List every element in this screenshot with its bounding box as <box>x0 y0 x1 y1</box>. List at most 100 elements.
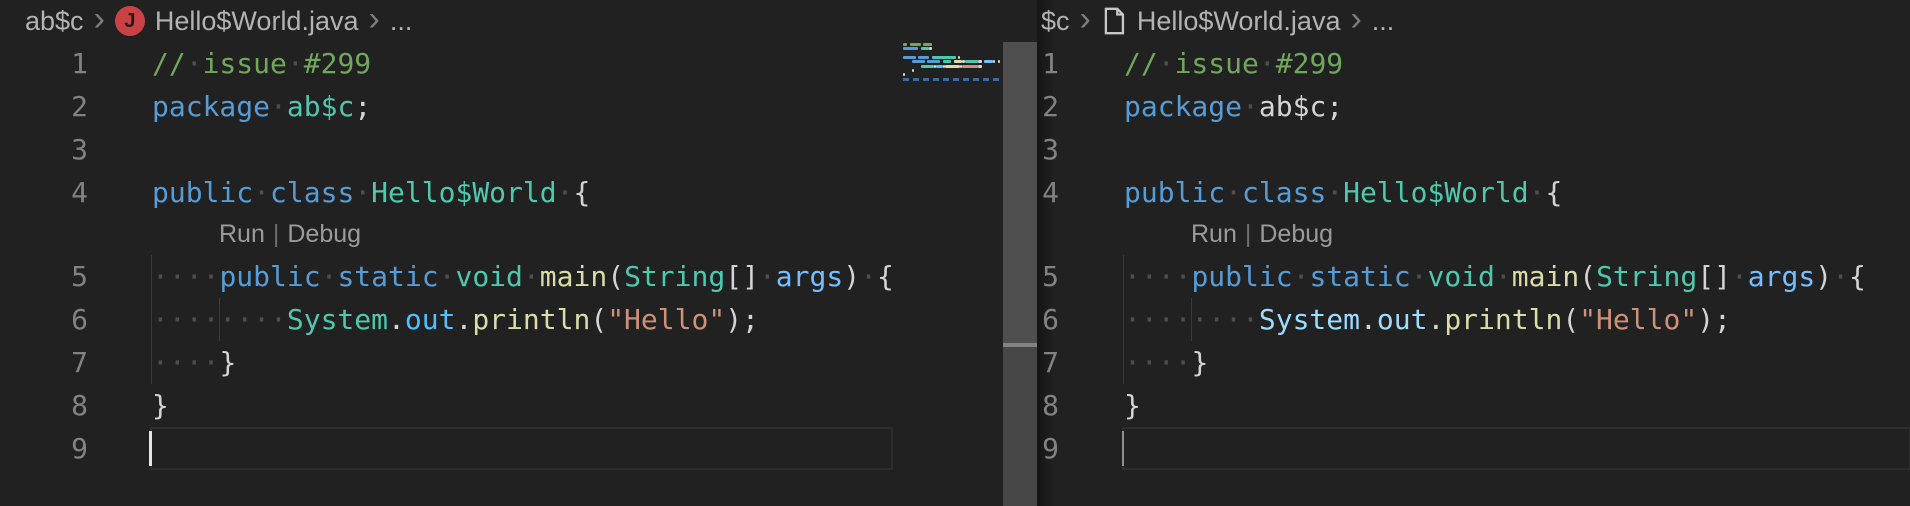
line-number[interactable]: 7 <box>1038 341 1122 384</box>
whitespace-dots: ···· <box>152 260 219 293</box>
code-line-content[interactable]: ········System.out.println("Hello"); <box>150 298 893 341</box>
code-token: } <box>219 346 236 379</box>
plain-file-icon <box>1101 6 1127 36</box>
line-number[interactable]: 3 <box>0 128 150 171</box>
breadcrumb-item-more[interactable]: ... <box>390 6 413 37</box>
code-token: issue <box>1175 47 1259 80</box>
line-number[interactable]: 6 <box>1038 298 1122 341</box>
code-line: 5····public·static·void·main(String[]·ar… <box>1038 255 1910 298</box>
code-token: ( <box>590 303 607 336</box>
minimap-token <box>965 60 978 63</box>
whitespace-dots: ···· <box>152 346 219 379</box>
line-number[interactable]: 6 <box>0 298 150 341</box>
indent-guide <box>219 298 220 341</box>
line-number[interactable]: 3 <box>1038 128 1122 171</box>
code-line-content[interactable]: //·issue·#299 <box>150 42 893 85</box>
line-number[interactable]: 7 <box>0 341 150 384</box>
code-line-content[interactable]: package·ab$c; <box>150 85 893 128</box>
minimap[interactable] <box>893 42 1003 506</box>
code-token: [] <box>1697 260 1731 293</box>
code-line-content[interactable]: ····} <box>1122 341 1910 384</box>
code-line: 8} <box>1038 384 1910 427</box>
breadcrumb-item-folder[interactable]: $c <box>1041 6 1070 37</box>
code-line-content[interactable]: package·ab$c; <box>1122 85 1910 128</box>
code-line: 1//·issue·#299 <box>0 42 1037 85</box>
code-line: 1//·issue·#299 <box>1038 42 1910 85</box>
minimap-token <box>932 56 956 59</box>
code-token: } <box>1191 346 1208 379</box>
line-number[interactable]: 4 <box>0 171 150 214</box>
line-number[interactable]: 2 <box>0 85 150 128</box>
line-number[interactable]: 1 <box>1038 42 1122 85</box>
minimap-token <box>912 60 925 63</box>
minimap-token <box>984 60 993 63</box>
minimap-token <box>929 47 931 50</box>
breadcrumb-item-more[interactable]: ... <box>1372 6 1395 37</box>
code-line-content[interactable]: ········System.out.println("Hello"); <box>1122 298 1910 341</box>
code-line-content[interactable]: public·class·Hello$World·{ <box>1122 171 1910 214</box>
vscode-split-editor: ab$c › J Hello$World.java › ... 1//·issu… <box>0 0 1910 506</box>
indent-guide <box>151 255 152 384</box>
whitespace-dots: · <box>759 260 776 293</box>
code-line-content[interactable] <box>150 427 893 470</box>
code-token: . <box>388 303 405 336</box>
whitespace-dots: · <box>1529 176 1546 209</box>
breadcrumb-item-filename[interactable]: Hello$World.java <box>1101 6 1341 37</box>
code-line-content[interactable]: ····public·static·void·main(String[]·arg… <box>1122 255 1910 298</box>
codelens-debug-link[interactable]: Debug <box>1259 220 1333 248</box>
code-line-content[interactable]: } <box>1122 384 1910 427</box>
breadcrumb-item-filename[interactable]: J Hello$World.java <box>115 6 359 37</box>
code-line-content[interactable]: } <box>150 384 893 427</box>
code-line: 8} <box>0 384 1037 427</box>
vertical-scrollbar[interactable] <box>1003 42 1037 506</box>
code-line: 6········System.out.println("Hello"); <box>1038 298 1910 341</box>
code-token: ; <box>354 90 371 123</box>
code-line: 3 <box>0 128 1037 171</box>
line-number[interactable]: 5 <box>1038 255 1122 298</box>
codelens-run-link[interactable]: Run <box>219 220 265 248</box>
scrollbar-track[interactable] <box>1003 347 1037 506</box>
whitespace-dots: · <box>321 260 338 293</box>
line-number[interactable]: 8 <box>1038 384 1122 427</box>
code-line-content[interactable]: public·class·Hello$World·{ <box>150 171 893 214</box>
code-token: ); <box>1697 303 1731 336</box>
minimap-token <box>903 56 916 59</box>
breadcrumb-item-folder[interactable]: ab$c <box>25 6 84 37</box>
code-token: } <box>1124 389 1141 422</box>
gutter-spacer <box>0 214 150 255</box>
code-token: System <box>1259 303 1360 336</box>
code-line-content[interactable] <box>150 128 893 171</box>
code-token: String <box>1596 260 1697 293</box>
code-line: 9 <box>0 427 1037 470</box>
code-line-content[interactable] <box>1122 427 1910 470</box>
code-token: Hello$World <box>371 176 556 209</box>
whitespace-dots: · <box>1242 90 1259 123</box>
code-token: public <box>219 260 320 293</box>
line-number[interactable]: 5 <box>0 255 150 298</box>
scrollbar-slider[interactable] <box>1003 42 1037 343</box>
codelens-debug-link[interactable]: Debug <box>287 220 361 248</box>
whitespace-dots: · <box>354 176 371 209</box>
line-number[interactable]: 1 <box>0 42 150 85</box>
code-line-content[interactable]: ····} <box>150 341 893 384</box>
minimap-current-line-marker <box>903 78 1000 81</box>
line-number[interactable]: 9 <box>0 427 150 470</box>
minimap-token <box>936 65 943 68</box>
code-token: { <box>573 176 590 209</box>
whitespace-dots: · <box>1293 260 1310 293</box>
line-number[interactable]: 2 <box>1038 85 1122 128</box>
code-line-content[interactable]: ····public·static·void·main(String[]·arg… <box>150 255 893 298</box>
line-number[interactable]: 4 <box>1038 171 1122 214</box>
chevron-right-icon: › <box>84 0 115 43</box>
line-number[interactable]: 9 <box>1038 427 1122 470</box>
code-token: public <box>1124 176 1225 209</box>
code-line-content[interactable] <box>1122 128 1910 171</box>
line-number[interactable]: 8 <box>0 384 150 427</box>
whitespace-dots: · <box>1731 260 1748 293</box>
minimap-token <box>978 65 982 68</box>
minimap-line <box>903 47 1000 50</box>
code-line-content[interactable]: //·issue·#299 <box>1122 42 1910 85</box>
code-token: issue <box>203 47 287 80</box>
codelens-run-link[interactable]: Run <box>1191 220 1237 248</box>
whitespace-dots: · <box>557 176 574 209</box>
